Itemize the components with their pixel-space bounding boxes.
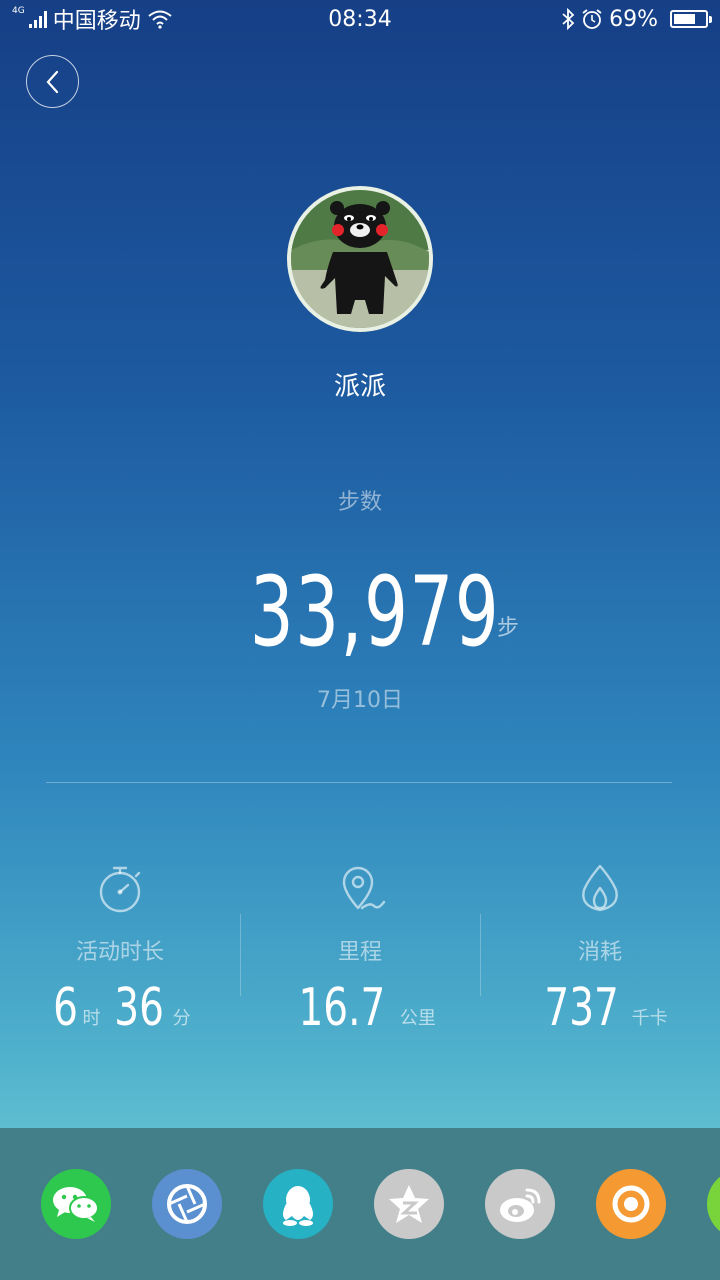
- avatar-image: [291, 190, 429, 328]
- stat-calories: 消耗 737 千卡: [480, 860, 720, 1060]
- back-button[interactable]: [26, 55, 79, 108]
- distance-value: 16.7: [298, 978, 386, 1038]
- chevron-left-icon: [46, 70, 58, 93]
- status-time: 08:34: [328, 6, 392, 32]
- avatar[interactable]: [287, 186, 433, 332]
- status-bar: 4G 中国移动 08:34 69%: [0, 0, 720, 38]
- share-wechat-button[interactable]: [41, 1169, 111, 1239]
- aperture-icon: [167, 1184, 207, 1224]
- steps-label: 步数: [337, 490, 382, 515]
- camera-shutter-icon: [612, 1185, 650, 1223]
- qq-penguin-icon: [283, 1186, 313, 1226]
- stat-calories-value: 737 千卡: [480, 982, 720, 1034]
- stat-duration: 活动时长 6 时 36 分: [0, 860, 240, 1060]
- stat-distance: 里程 16.7 公里: [240, 860, 480, 1060]
- calories-value: 737: [544, 978, 620, 1038]
- steps-value-row: 33,979 步: [0, 540, 720, 660]
- share-qq-button[interactable]: [263, 1169, 333, 1239]
- stopwatch-icon: [99, 866, 141, 913]
- steps-date: 7月10日: [317, 688, 403, 713]
- battery-icon: [670, 10, 712, 28]
- duration-minutes: 36: [114, 978, 165, 1038]
- battery-fill: [674, 14, 695, 24]
- distance-unit: 公里: [399, 1008, 436, 1029]
- qzone-star-icon: [389, 1185, 429, 1223]
- share-other-app-button[interactable]: [596, 1169, 666, 1239]
- stat-distance-label: 里程: [337, 940, 382, 965]
- share-qzone-button[interactable]: [374, 1169, 444, 1239]
- duration-minutes-unit: 分: [172, 1008, 191, 1029]
- steps-unit: 步: [496, 616, 519, 641]
- user-name: 派派: [333, 372, 386, 402]
- wechat-icon: [53, 1187, 99, 1222]
- share-moments-button[interactable]: [152, 1169, 222, 1239]
- calories-unit: 千卡: [631, 1008, 668, 1029]
- location-pin-icon: [342, 866, 386, 910]
- divider: [46, 782, 672, 783]
- stat-calories-label: 消耗: [577, 940, 622, 965]
- steps-share-screen: 4G 中国移动 08:34 69% 派派 步数 33,979 步 7月10日 活…: [0, 0, 720, 1280]
- stat-duration-value: 6 时 36 分: [0, 982, 240, 1034]
- weibo-icon: [500, 1188, 541, 1222]
- stat-distance-value: 16.7 公里: [240, 982, 480, 1034]
- duration-hours: 6: [53, 978, 79, 1038]
- steps-value: 33,979: [249, 556, 501, 668]
- duration-hours-unit: 时: [82, 1008, 101, 1029]
- flame-icon: [582, 864, 618, 912]
- stat-duration-label: 活动时长: [75, 940, 164, 965]
- share-weibo-button[interactable]: [485, 1169, 555, 1239]
